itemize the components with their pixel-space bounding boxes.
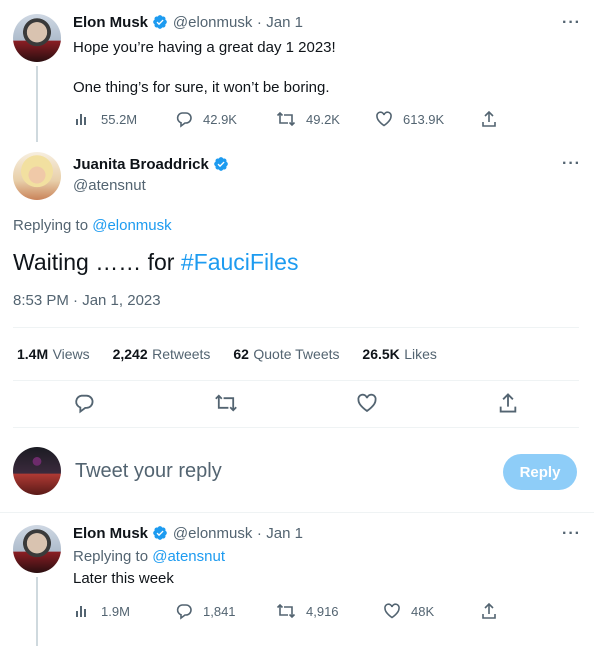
divider xyxy=(13,427,579,428)
tweet3-header: Elon Musk @elonmusk · Jan 1 xyxy=(73,525,303,543)
divider xyxy=(13,327,579,328)
retweet-icon xyxy=(215,394,237,412)
reply-action[interactable]: 1,841 xyxy=(175,602,236,620)
retweet-count: 49.2K xyxy=(306,111,340,127)
author-name[interactable]: Elon Musk xyxy=(73,14,148,31)
like-count: 48K xyxy=(411,603,435,619)
retweet-action[interactable]: 49.2K xyxy=(276,110,340,128)
verified-badge-icon xyxy=(153,526,168,540)
thread-line xyxy=(36,577,38,646)
like-action[interactable]: 613.9K xyxy=(375,110,444,128)
like-icon xyxy=(357,393,377,413)
replying-to-label: Replying to xyxy=(73,548,149,565)
reply-icon xyxy=(75,394,94,414)
more-icon[interactable]: ··· xyxy=(562,14,581,32)
like-icon xyxy=(384,603,400,619)
retweet-action[interactable]: 4,916 xyxy=(276,602,339,620)
views-count: 1.9M xyxy=(101,603,130,619)
tweet1-text-line1: Hope you’re having a great day 1 2023! xyxy=(73,39,336,56)
views-count: 55.2M xyxy=(101,111,138,127)
main-tweet-header: Juanita Broaddrick xyxy=(73,156,229,174)
divider xyxy=(0,512,594,513)
reply-icon xyxy=(176,604,192,620)
separator-dot: · xyxy=(256,525,262,542)
author-name[interactable]: Elon Musk xyxy=(73,525,148,542)
tweet-date[interactable]: Jan 1 xyxy=(266,525,303,542)
replying-to-line: Replying to @elonmusk xyxy=(13,217,172,234)
tweet3-text: Later this week xyxy=(73,570,174,587)
share-action[interactable] xyxy=(480,110,508,128)
more-icon[interactable]: ··· xyxy=(562,525,581,543)
main-tweet-body: Waiting …… for xyxy=(13,249,175,275)
share-icon xyxy=(499,393,517,413)
main-tweet-text: Waiting …… for #FauciFiles xyxy=(13,248,298,276)
main-like-button[interactable] xyxy=(356,392,378,419)
more-icon[interactable]: ··· xyxy=(562,155,581,173)
share-icon xyxy=(482,110,496,127)
tweet1-text-line2: One thing’s for sure, it won’t be boring… xyxy=(73,79,330,96)
replying-to-line: Replying to @atensnut xyxy=(73,548,225,565)
views-stat[interactable]: 1.4M Views xyxy=(17,346,90,363)
reply-submit-button[interactable]: Reply xyxy=(503,454,577,490)
views-icon xyxy=(76,114,86,125)
tweet1-header: Elon Musk @elonmusk · Jan 1 xyxy=(73,14,303,32)
replying-to-label: Replying to xyxy=(13,217,89,234)
likes-stat[interactable]: 26.5K Likes xyxy=(362,346,437,363)
like-count: 613.9K xyxy=(403,111,445,127)
engagement-stats: 1.4M Views 2,242 Retweets 62 Quote Tweet… xyxy=(17,346,437,364)
main-share-button[interactable] xyxy=(497,392,519,419)
verified-badge-icon xyxy=(153,15,168,29)
share-action[interactable] xyxy=(480,602,508,620)
reply-count: 1,841 xyxy=(203,603,236,619)
views-icon xyxy=(76,606,86,617)
separator-dot: · xyxy=(256,14,262,31)
reply-count: 42.9K xyxy=(203,111,237,127)
main-reply-button[interactable] xyxy=(73,392,95,419)
retweets-stat[interactable]: 2,242 Retweets xyxy=(113,346,211,363)
author-name[interactable]: Juanita Broaddrick xyxy=(73,156,209,173)
quote-tweets-stat[interactable]: 62 Quote Tweets xyxy=(233,346,339,363)
verified-badge-icon xyxy=(214,157,229,171)
author-handle[interactable]: @elonmusk xyxy=(173,14,252,31)
reply-icon xyxy=(176,112,192,128)
tweet-date[interactable]: Jan 1 xyxy=(266,14,303,31)
reply-action[interactable]: 42.9K xyxy=(175,110,237,128)
replying-to-link[interactable]: @atensnut xyxy=(152,548,225,565)
divider xyxy=(13,380,579,381)
hashtag-link[interactable]: #FauciFiles xyxy=(181,249,299,275)
share-icon xyxy=(482,602,496,619)
retweet-icon xyxy=(276,603,296,619)
author-handle[interactable]: @elonmusk xyxy=(173,525,252,542)
retweet-icon xyxy=(276,111,296,127)
thread-line xyxy=(36,66,38,142)
like-action[interactable]: 48K xyxy=(383,602,434,620)
main-retweet-button[interactable] xyxy=(214,392,238,419)
avatar-juanita-broaddrick[interactable] xyxy=(13,152,61,200)
author-handle[interactable]: @atensnut xyxy=(73,177,146,194)
views-action[interactable]: 55.2M xyxy=(73,110,137,128)
avatar-elon-musk[interactable] xyxy=(13,14,61,62)
avatar-elon-musk[interactable] xyxy=(13,525,61,573)
reply-input[interactable]: Tweet your reply xyxy=(75,460,222,483)
views-action[interactable]: 1.9M xyxy=(73,602,130,620)
replying-to-link[interactable]: @elonmusk xyxy=(92,217,171,234)
avatar-current-user[interactable] xyxy=(13,447,61,495)
retweet-count: 4,916 xyxy=(306,603,339,619)
main-tweet-timestamp[interactable]: 8:53 PM · Jan 1, 2023 xyxy=(13,292,161,309)
like-icon xyxy=(376,111,392,127)
